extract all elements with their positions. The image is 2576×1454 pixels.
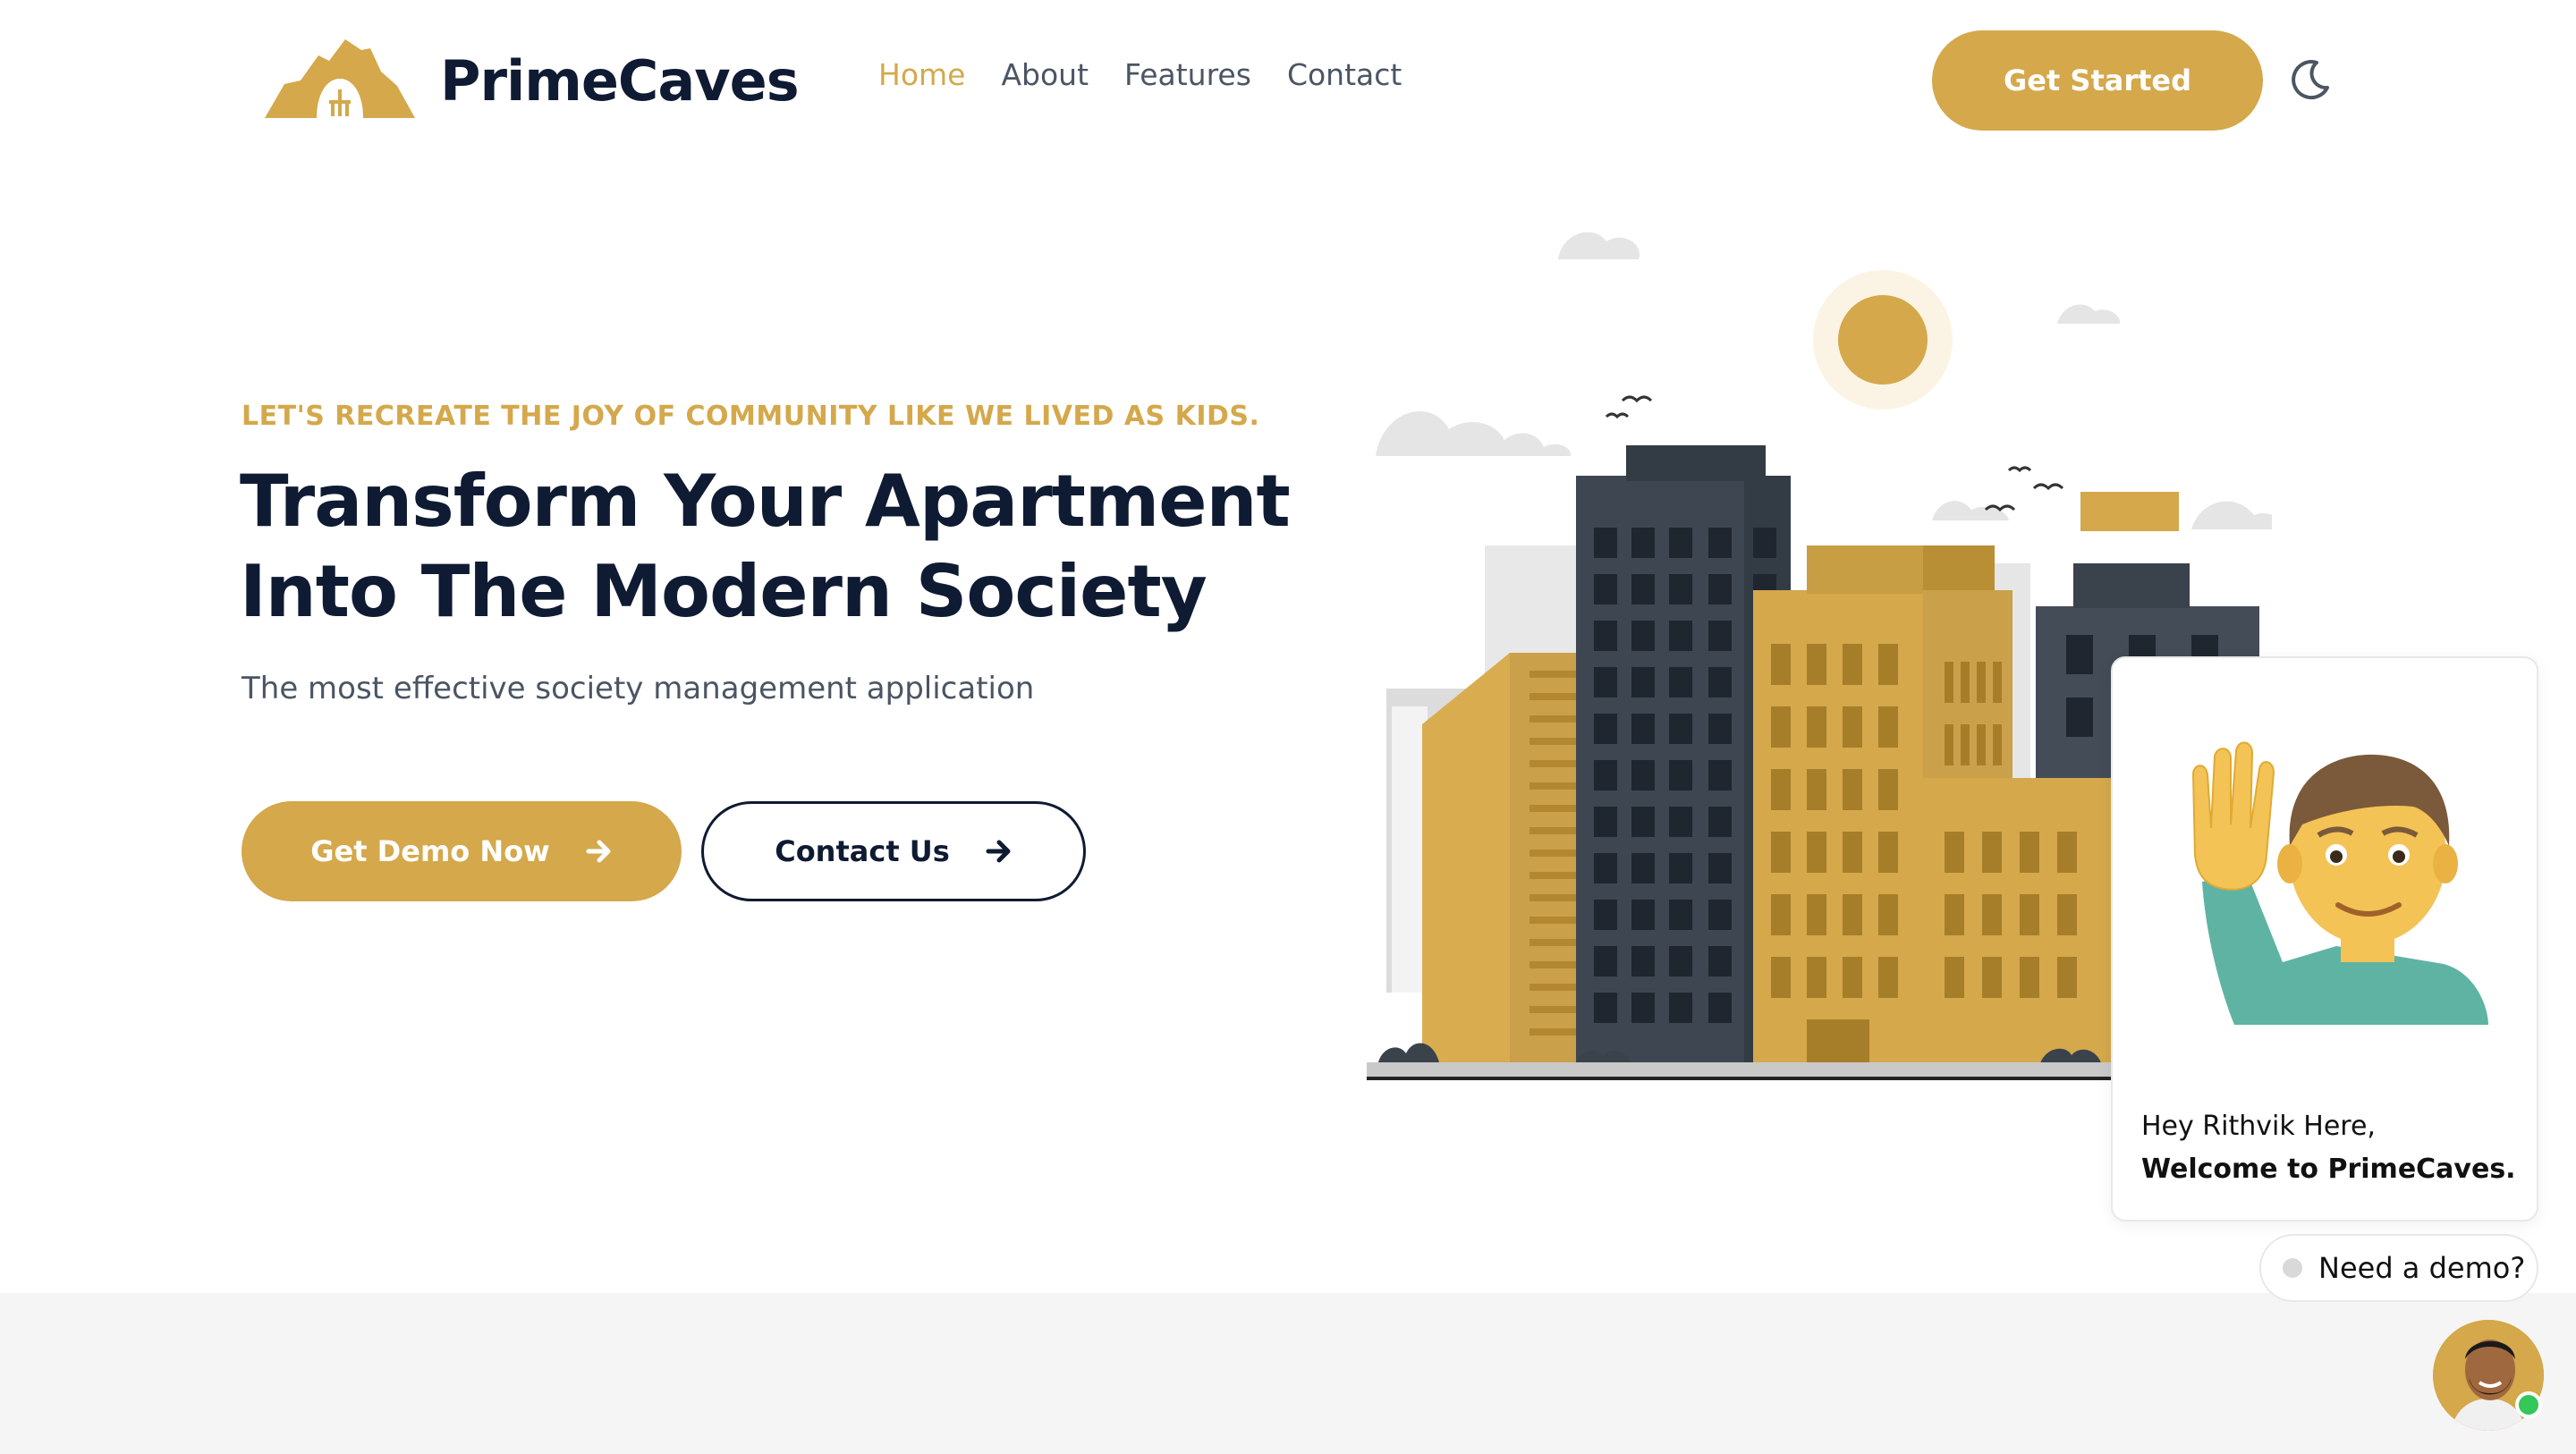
main-nav: Home About Features Contact [878, 57, 1437, 92]
contact-us-label: Contact Us [775, 834, 950, 868]
get-demo-button[interactable]: Get Demo Now [242, 801, 682, 901]
nav-home[interactable]: Home [878, 57, 965, 92]
arrow-right-icon [586, 840, 611, 863]
contact-us-button[interactable]: Contact Us [701, 801, 1086, 901]
chat-welcome-card[interactable]: Hey Rithvik Here, Welcome to PrimeCaves. [2111, 656, 2538, 1222]
status-dot [2283, 1258, 2302, 1278]
get-demo-label: Get Demo Now [310, 834, 550, 868]
nav-contact[interactable]: Contact [1287, 57, 1402, 92]
nav-features[interactable]: Features [1124, 57, 1251, 92]
need-demo-label: Need a demo? [2318, 1251, 2526, 1285]
brand-logo[interactable]: PrimeCaves [265, 36, 800, 125]
online-status-dot [2515, 1391, 2542, 1418]
headline-line-1: Transform Your Apartment [240, 460, 1291, 543]
arrow-right-icon [986, 840, 1011, 863]
brand-name: PrimeCaves [440, 47, 800, 114]
get-started-button[interactable]: Get Started [1932, 30, 2263, 131]
hero-subline: The most effective society management ap… [242, 671, 1035, 706]
hero-eyebrow: LET'S RECREATE THE JOY OF COMMUNITY LIKE… [242, 401, 1260, 432]
need-demo-chip[interactable]: Need a demo? [2259, 1234, 2538, 1302]
moon-icon[interactable] [2286, 57, 2333, 104]
waving-man-emoji [2191, 741, 2488, 1025]
cave-logo-icon [265, 39, 415, 118]
headline-line-2: Into The Modern Society [240, 550, 1208, 633]
cloud-shapes [1376, 232, 2272, 529]
hero-headline: Transform Your Apartment Into The Modern… [240, 456, 1313, 637]
chat-message-intro: Hey Rithvik Here, [2141, 1111, 2376, 1142]
next-section-band [0, 1293, 2576, 1454]
nav-about[interactable]: About [1001, 57, 1089, 92]
chat-message: Hey Rithvik Here, Welcome to PrimeCaves. [2141, 1105, 2517, 1191]
chat-message-welcome: Welcome to PrimeCaves. [2141, 1154, 2516, 1185]
